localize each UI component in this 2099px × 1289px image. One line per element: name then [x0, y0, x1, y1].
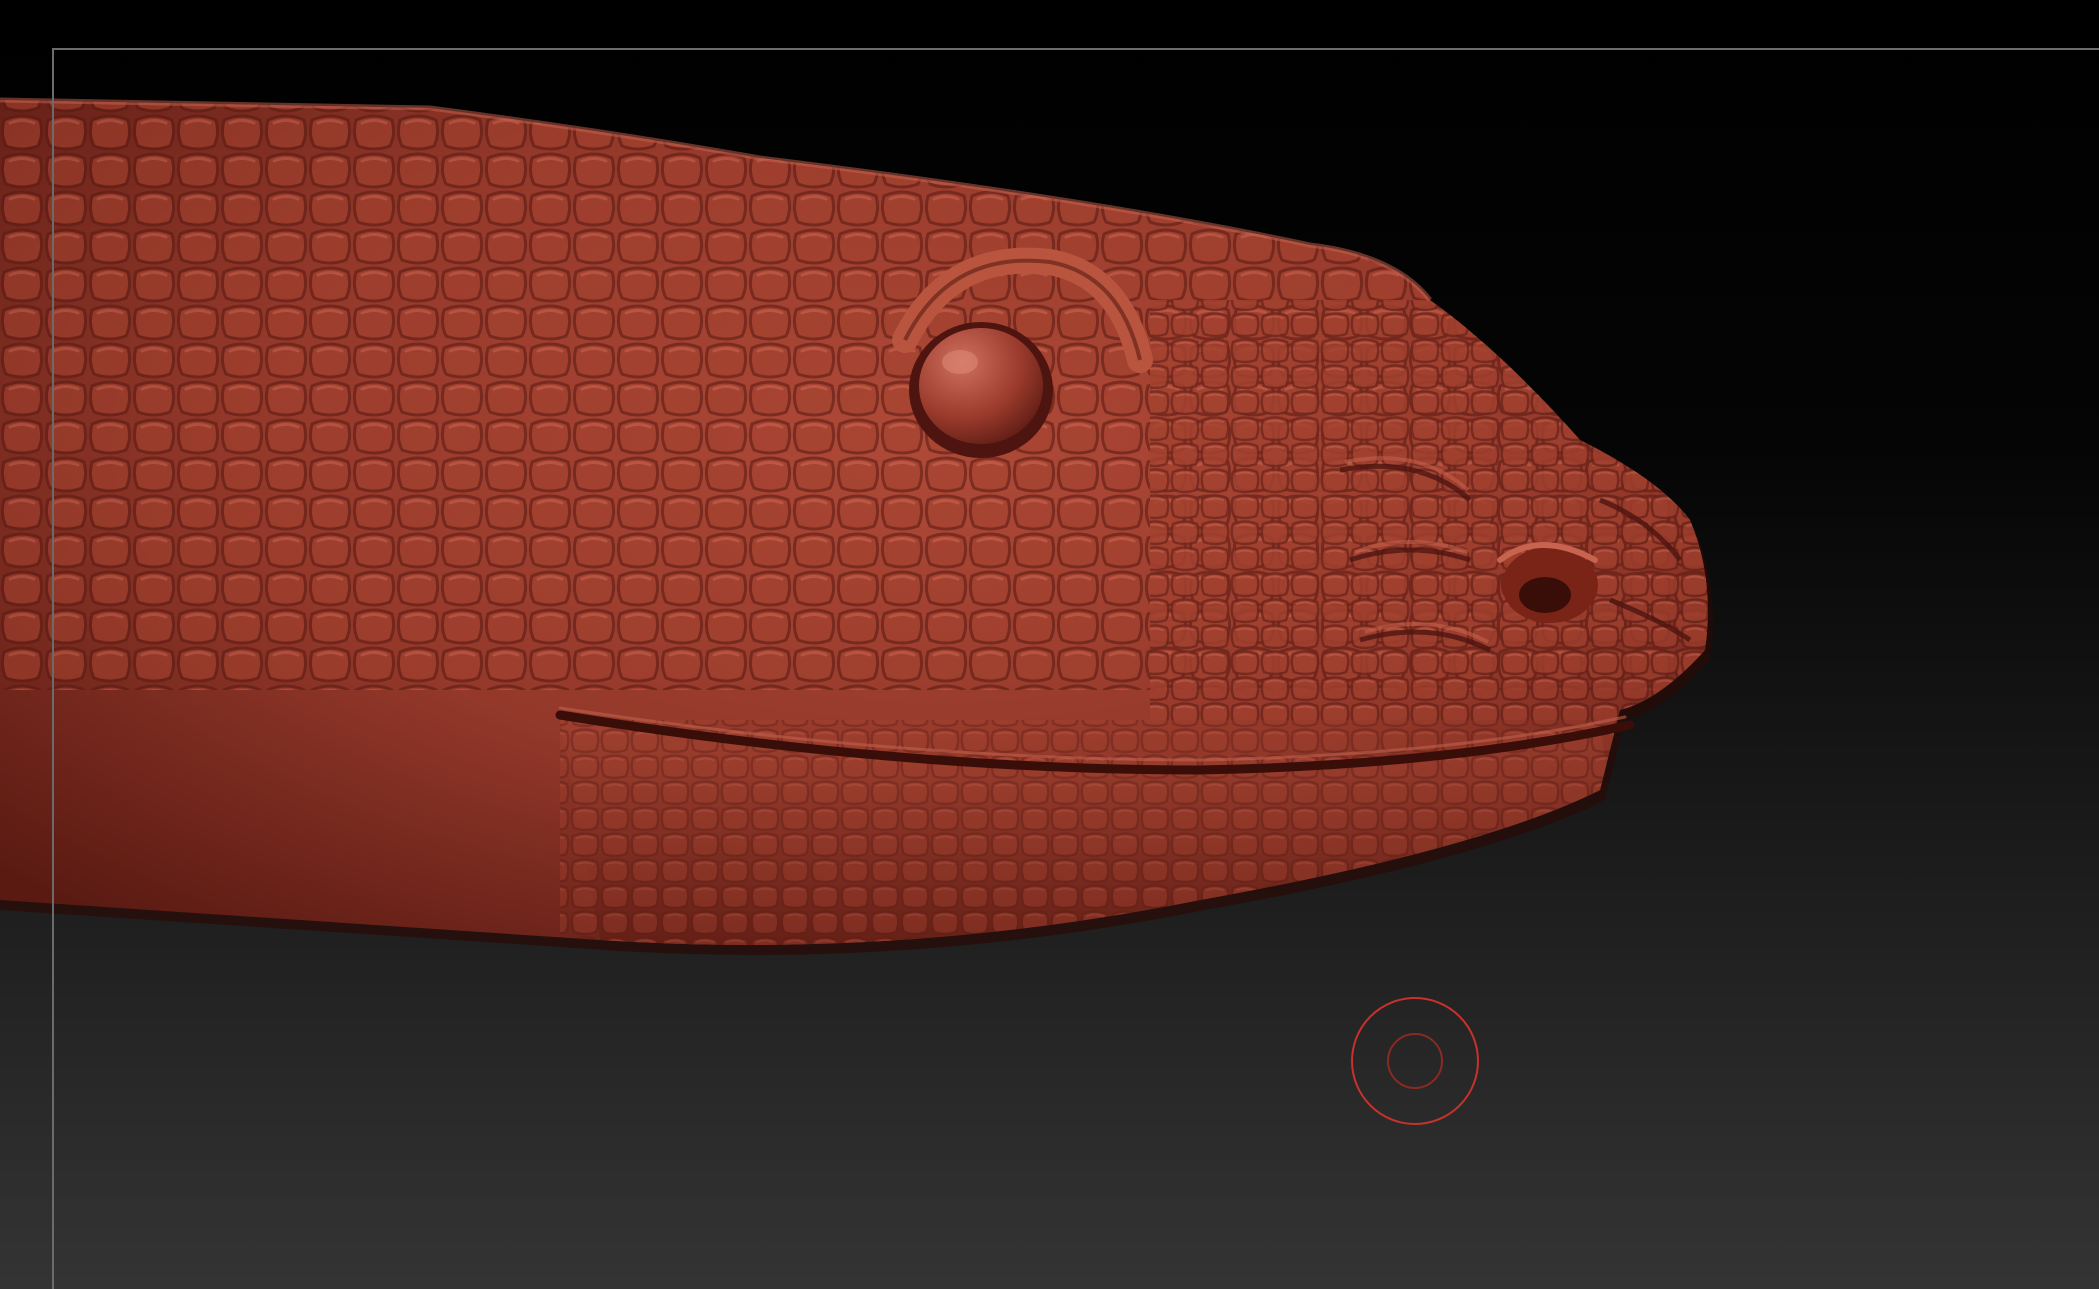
zbrush-viewport[interactable] — [0, 0, 2099, 1289]
eye — [909, 322, 1053, 458]
brush-cursor-icon — [1351, 997, 1479, 1125]
snake-head-model[interactable] — [0, 0, 2099, 1289]
